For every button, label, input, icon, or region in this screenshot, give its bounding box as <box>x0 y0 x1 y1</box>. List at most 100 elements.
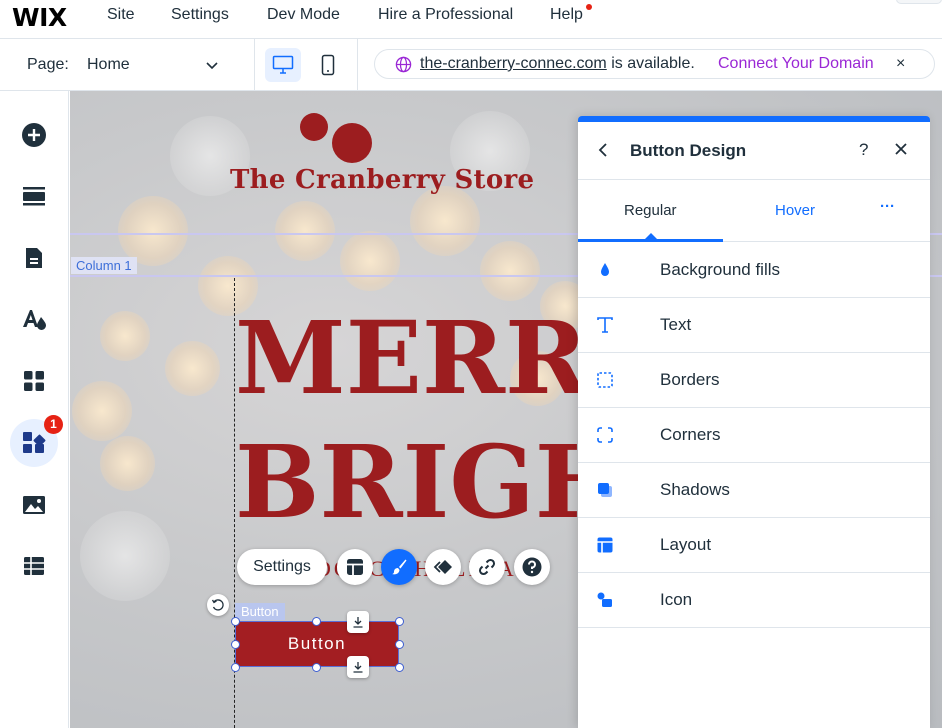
download-icon <box>353 662 363 673</box>
mobile-view-button[interactable] <box>310 48 346 82</box>
page-label: Page: <box>27 56 69 73</box>
layout-icon <box>347 559 363 575</box>
option-text[interactable]: Text <box>578 298 930 353</box>
option-label: Shadows <box>660 480 730 499</box>
drop-icon <box>601 263 609 276</box>
resize-handle[interactable] <box>231 663 240 672</box>
option-label: Icon <box>660 590 693 609</box>
stretch-handle[interactable] <box>347 656 369 678</box>
resize-handle[interactable] <box>312 617 321 626</box>
resize-handle[interactable] <box>231 640 240 649</box>
menu-help[interactable]: Help <box>550 6 583 24</box>
logo-berry <box>332 123 372 163</box>
icon-icon <box>597 592 612 607</box>
notification-badge: 1 <box>44 415 63 434</box>
layout-icon <box>597 537 613 553</box>
design-button[interactable] <box>381 549 417 585</box>
desktop-icon <box>272 55 294 74</box>
tab-regular[interactable]: Regular <box>624 202 677 219</box>
divider <box>357 39 358 90</box>
option-label: Corners <box>660 425 721 444</box>
top-bar: WIX Site Settings Dev Mode Hire a Profes… <box>0 0 942 39</box>
wix-logo[interactable]: WIX <box>12 3 67 32</box>
resize-handle[interactable] <box>395 617 404 626</box>
state-tabs: Regular Hover ··· <box>578 180 930 242</box>
media-button[interactable] <box>10 481 58 529</box>
connect-domain-link[interactable]: Connect Your Domain <box>718 55 874 73</box>
option-label: Borders <box>660 370 720 389</box>
stretch-handle[interactable] <box>347 611 369 633</box>
menu-dev-mode[interactable]: Dev Mode <box>267 6 340 24</box>
domain-name[interactable]: the-cranberry-connec.com <box>420 55 607 72</box>
design-icon <box>23 310 46 330</box>
cms-button[interactable] <box>10 542 58 590</box>
selected-site-button[interactable]: Button <box>235 621 399 667</box>
add-elements-button[interactable] <box>10 111 58 159</box>
headline-bright[interactable]: BRIGH <box>235 423 629 541</box>
help-icon[interactable]: ? <box>859 140 868 160</box>
bokeh-light <box>100 311 150 361</box>
back-icon[interactable] <box>596 142 610 158</box>
option-icon[interactable]: Icon <box>578 573 930 628</box>
menu-site[interactable]: Site <box>107 6 135 24</box>
pages-menu-button[interactable] <box>10 234 58 282</box>
animation-icon <box>433 560 452 574</box>
text-icon <box>597 317 613 333</box>
close-icon[interactable] <box>894 142 908 156</box>
link-button[interactable] <box>469 549 505 585</box>
more-options-icon[interactable]: ··· <box>880 198 895 215</box>
option-label: Background fills <box>660 260 781 279</box>
domain-banner: the-cranberry-connec.com is available. C… <box>374 49 935 79</box>
bokeh-light <box>80 511 170 601</box>
bokeh-light <box>165 341 220 396</box>
site-design-button[interactable] <box>10 295 58 343</box>
menu-hire-professional[interactable]: Hire a Professional <box>378 6 513 24</box>
download-icon <box>353 617 363 628</box>
layout-button[interactable] <box>337 549 373 585</box>
close-icon[interactable]: × <box>896 55 905 73</box>
link-icon <box>478 558 496 576</box>
help-button[interactable] <box>514 549 550 585</box>
add-icon <box>22 123 46 147</box>
borders-icon <box>597 372 613 388</box>
cms-icon <box>24 557 44 575</box>
tab-hover[interactable]: Hover <box>775 202 815 219</box>
panel-title: Button Design <box>630 141 747 160</box>
add-section-button[interactable] <box>10 172 58 220</box>
domain-availability-text: the-cranberry-connec.com is available. <box>420 55 695 73</box>
logo-berry <box>300 113 328 141</box>
resize-handle[interactable] <box>395 663 404 672</box>
paintbrush-icon <box>392 559 407 575</box>
resize-handle[interactable] <box>231 617 240 626</box>
question-icon <box>522 557 542 577</box>
editor-subbar: Page: Home the-cranberry-connec.com is a… <box>0 39 942 91</box>
resize-handle[interactable] <box>312 663 321 672</box>
add-apps-button[interactable] <box>10 357 58 405</box>
mobile-icon <box>321 54 335 76</box>
page-dropdown-value[interactable]: Home <box>87 56 130 74</box>
resize-handle[interactable] <box>395 640 404 649</box>
rotate-handle[interactable] <box>207 594 229 616</box>
option-shadows[interactable]: Shadows <box>578 463 930 518</box>
menu-settings[interactable]: Settings <box>171 6 229 24</box>
option-background-fills[interactable]: Background fills <box>578 243 930 298</box>
option-layout[interactable]: Layout <box>578 518 930 573</box>
animation-button[interactable] <box>425 549 461 585</box>
apps-icon <box>24 371 44 391</box>
option-label: Layout <box>660 535 712 554</box>
domain-status: is available. <box>611 55 695 72</box>
desktop-view-button[interactable] <box>265 48 301 82</box>
bokeh-light <box>100 436 155 491</box>
help-notification-dot <box>586 4 592 10</box>
shadows-icon <box>598 483 612 497</box>
column-label[interactable]: Column 1 <box>71 257 137 274</box>
settings-button[interactable]: Settings <box>237 549 327 585</box>
option-borders[interactable]: Borders <box>578 353 930 408</box>
chevron-down-icon[interactable] <box>204 57 220 73</box>
store-title[interactable]: The Cranberry Store <box>230 165 534 195</box>
business-apps-icon <box>23 432 46 453</box>
option-corners[interactable]: Corners <box>578 408 930 463</box>
topbar-corner-button[interactable] <box>896 0 942 4</box>
option-label: Text <box>660 315 692 334</box>
divider <box>254 39 255 90</box>
